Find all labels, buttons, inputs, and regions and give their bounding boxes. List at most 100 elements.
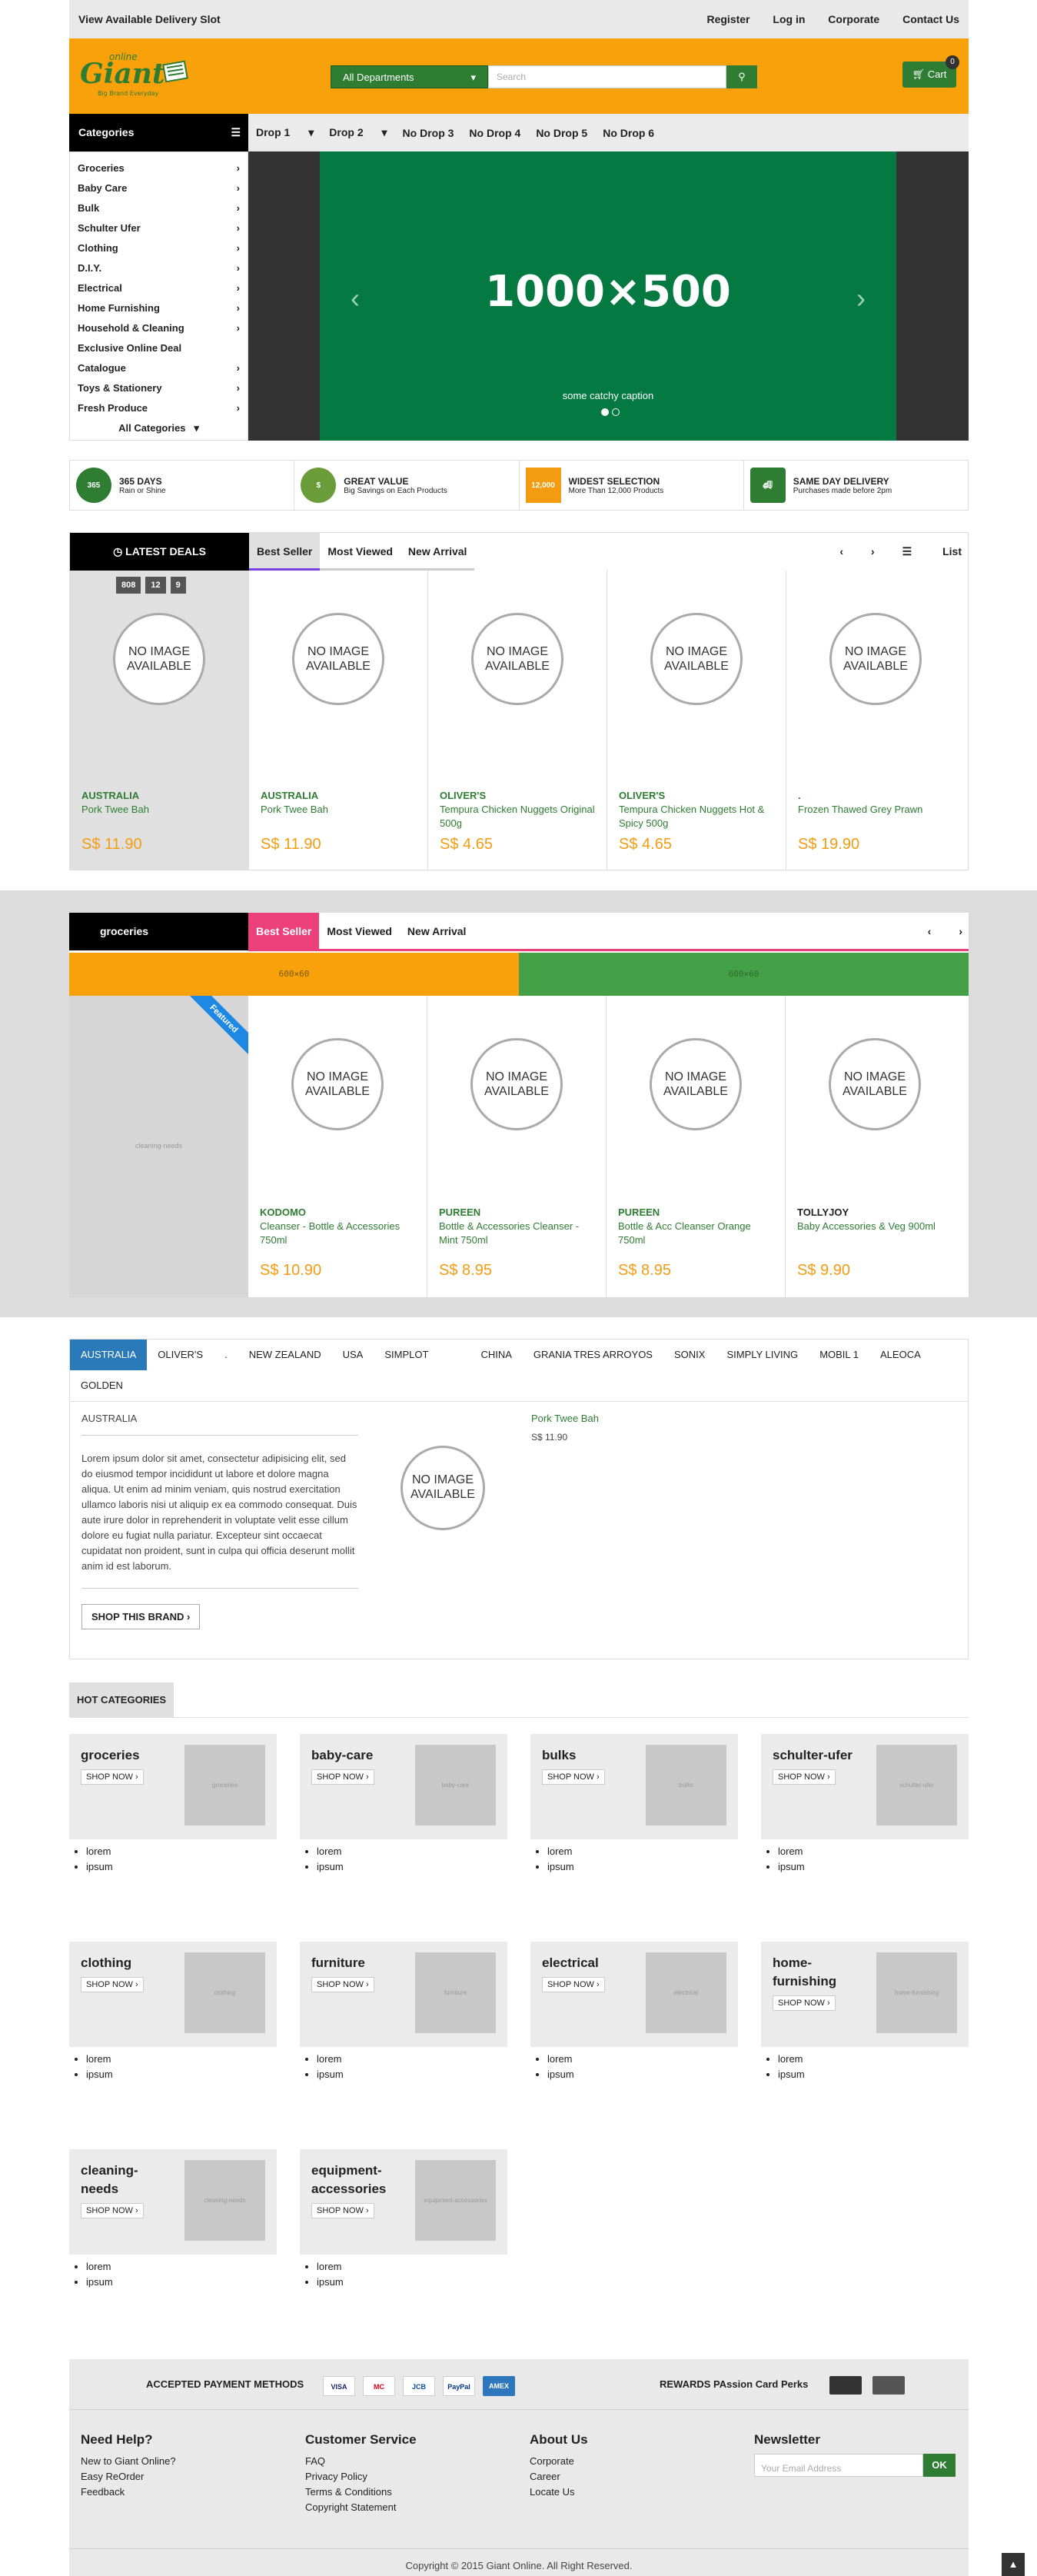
shop-now-button[interactable]: SHOP NOW › bbox=[542, 1769, 605, 1785]
next-icon[interactable]: › bbox=[959, 925, 962, 937]
sidemenu-item[interactable]: Baby Care › bbox=[70, 178, 248, 198]
footer-link[interactable]: Terms & Conditions bbox=[305, 2484, 518, 2500]
sidemenu-item[interactable]: Exclusive Online Deal bbox=[70, 338, 248, 358]
hot-category-card[interactable]: equipment-accessories SHOP NOW › equipment… bbox=[300, 2149, 507, 2290]
shop-now-button[interactable]: SHOP NOW › bbox=[311, 1769, 374, 1785]
sidemenu-item[interactable]: Groceries › bbox=[70, 158, 248, 178]
product-card[interactable]: NO IMAGE AVAILABLE PUREEN Bottle & Access… bbox=[427, 996, 607, 1297]
slider-dot[interactable] bbox=[612, 408, 620, 416]
sidemenu-item[interactable]: Bulk › bbox=[70, 198, 248, 218]
brand-tab[interactable]: AUSTRALIA bbox=[70, 1340, 148, 1370]
brand-tab[interactable]: NEW ZEALAND bbox=[238, 1340, 332, 1370]
hot-category-card[interactable]: bulksSHOP NOW ›bulksloremipsum bbox=[530, 1734, 738, 1875]
shop-now-button[interactable]: SHOP NOW › bbox=[773, 1769, 836, 1785]
brand-tab[interactable] bbox=[439, 1340, 470, 1370]
sidemenu-item[interactable]: D.I.Y. › bbox=[70, 258, 248, 278]
back-to-top-button[interactable]: ▲ bbox=[1002, 2553, 1025, 2576]
footer-link[interactable]: Locate Us bbox=[530, 2484, 743, 2500]
brand-tab[interactable]: . bbox=[214, 1340, 238, 1370]
footer-link[interactable]: Copyright Statement bbox=[305, 2500, 518, 2515]
tab-new-arrival[interactable]: New Arrival bbox=[400, 913, 474, 950]
shop-now-button[interactable]: SHOP NOW › bbox=[311, 1977, 374, 1992]
tab-best-seller[interactable]: Best Seller bbox=[249, 533, 321, 571]
sidemenu-item[interactable]: Catalogue › bbox=[70, 358, 248, 378]
footer-link[interactable]: Career bbox=[530, 2469, 743, 2484]
brand-tab[interactable]: SIMPLOT bbox=[374, 1340, 439, 1370]
footer-link[interactable]: Corporate bbox=[530, 2454, 743, 2469]
brand-tab[interactable]: SONIX bbox=[663, 1340, 716, 1370]
corporate-link[interactable]: Corporate bbox=[828, 13, 879, 25]
footer-link[interactable]: Feedback bbox=[81, 2484, 294, 2500]
categories-header[interactable]: Categories ☰ bbox=[69, 114, 248, 151]
giant-logo[interactable]: online Giant Big Brand Everyday bbox=[78, 46, 194, 100]
drop-1[interactable]: Drop 1 ▾ bbox=[256, 126, 314, 139]
product-card[interactable]: NO IMAGE AVAILABLE . Frozen Thawed Grey P… bbox=[786, 571, 968, 870]
product-card[interactable]: NO IMAGE AVAILABLE OLIVER'S Tempura Chick… bbox=[607, 571, 786, 870]
brand-tab[interactable]: CHINA bbox=[470, 1340, 522, 1370]
banner-right[interactable]: 600×60 bbox=[519, 953, 969, 996]
sidemenu-item[interactable]: Household & Cleaning › bbox=[70, 318, 248, 338]
sidemenu-item[interactable]: Electrical › bbox=[70, 278, 248, 298]
product-card[interactable]: 808 12 9 NO IMAGE AVAILABLE AUSTRALIA Pork … bbox=[70, 571, 249, 870]
brand-tab[interactable]: OLIVER'S bbox=[147, 1340, 214, 1370]
sidemenu-item[interactable]: Schulter Ufer › bbox=[70, 218, 248, 238]
next-arrow-icon[interactable]: › bbox=[856, 282, 866, 315]
prev-icon[interactable]: ‹ bbox=[928, 925, 932, 937]
brand-tab[interactable]: ALEOCA bbox=[869, 1340, 932, 1370]
product-card[interactable]: NO IMAGE AVAILABLE TOLLYJOY Baby Accessor… bbox=[786, 996, 969, 1297]
shop-now-button[interactable]: SHOP NOW › bbox=[81, 1977, 144, 1992]
hot-category-card[interactable]: baby-careSHOP NOW ›baby-careloremipsum bbox=[300, 1734, 507, 1875]
product-card[interactable]: NO IMAGE AVAILABLE OLIVER'S Tempura Chick… bbox=[428, 571, 607, 870]
slider-dot[interactable] bbox=[601, 408, 609, 416]
footer-link[interactable]: FAQ bbox=[305, 2454, 518, 2469]
drop-2[interactable]: Drop 2 ▾ bbox=[329, 126, 387, 139]
brand-tab[interactable]: GRANIA TRES ARROYOS bbox=[523, 1340, 663, 1370]
hot-category-card[interactable]: schulter-uferSHOP NOW ›schulter-uferlore… bbox=[761, 1734, 969, 1875]
product-card[interactable]: NO IMAGE AVAILABLE AUSTRALIA Pork Twee Ba… bbox=[249, 571, 428, 870]
shop-now-button[interactable]: SHOP NOW › bbox=[542, 1977, 605, 1992]
contact-link[interactable]: Contact Us bbox=[902, 13, 959, 25]
brand-tab[interactable]: MOBIL 1 bbox=[809, 1340, 869, 1370]
tab-most-viewed[interactable]: Most Viewed bbox=[320, 533, 401, 571]
department-select[interactable]: All Departments ▾ bbox=[331, 65, 488, 88]
drop-4[interactable]: No Drop 4 bbox=[469, 127, 520, 139]
brand-tab[interactable]: GOLDEN bbox=[70, 1370, 134, 1401]
slide[interactable]: ‹ 1000×500 › some catchy caption bbox=[320, 151, 896, 441]
brand-tab[interactable]: SIMPLY LIVING bbox=[716, 1340, 809, 1370]
tab-new-arrival[interactable]: New Arrival bbox=[400, 533, 475, 571]
shop-brand-button[interactable]: SHOP THIS BRAND › bbox=[81, 1604, 201, 1629]
drop-5[interactable]: No Drop 5 bbox=[536, 127, 587, 139]
drop-6[interactable]: No Drop 6 bbox=[603, 127, 654, 139]
footer-link[interactable]: New to Giant Online? bbox=[81, 2454, 294, 2469]
footer-link[interactable]: Privacy Policy bbox=[305, 2469, 518, 2484]
banner-left[interactable]: 600×60 bbox=[69, 953, 519, 996]
sidemenu-item[interactable]: Fresh Produce › bbox=[70, 398, 248, 418]
product-card[interactable]: NO IMAGE AVAILABLE KODOMO Cleanser - Bott… bbox=[248, 996, 427, 1297]
delivery-slot-link[interactable]: View Available Delivery Slot bbox=[78, 13, 221, 25]
hot-category-card[interactable]: groceriesSHOP NOW ›groceriesloremipsum bbox=[69, 1734, 277, 1875]
hot-category-card[interactable]: clothingSHOP NOW ›clothingloremipsum bbox=[69, 1942, 277, 2082]
newsletter-ok-button[interactable]: OK bbox=[923, 2454, 956, 2477]
search-button[interactable]: ⚲ bbox=[726, 65, 757, 88]
cart-button[interactable]: 🛒︎ Cart 0 bbox=[902, 55, 959, 88]
hot-category-card[interactable]: home-furnishing SHOP NOW › home-furnishing… bbox=[761, 1942, 969, 2082]
shop-now-button[interactable]: SHOP NOW › bbox=[81, 1769, 144, 1785]
all-categories-button[interactable]: All Categories ▾ bbox=[70, 418, 248, 438]
shop-now-button[interactable]: SHOP NOW › bbox=[773, 1995, 836, 2011]
drop-3[interactable]: No Drop 3 bbox=[403, 127, 454, 139]
tab-most-viewed[interactable]: Most Viewed bbox=[319, 913, 400, 950]
shop-now-button[interactable]: SHOP NOW › bbox=[311, 2203, 374, 2218]
hot-category-card[interactable]: cleaning-needsSHOP NOW ›cleaning-needslo… bbox=[69, 2149, 277, 2290]
list-view-button[interactable]: ☰ List bbox=[902, 545, 962, 557]
brand-tab[interactable]: USA bbox=[332, 1340, 374, 1370]
prev-icon[interactable]: ‹ bbox=[839, 545, 843, 557]
hot-category-card[interactable]: electricalSHOP NOW ›electricalloremipsum bbox=[530, 1942, 738, 2082]
register-link[interactable]: Register bbox=[706, 13, 749, 25]
search-input[interactable]: Search bbox=[488, 65, 726, 88]
sidemenu-item[interactable]: Clothing › bbox=[70, 238, 248, 258]
sidemenu-item[interactable]: Toys & Stationery › bbox=[70, 378, 248, 398]
sidemenu-item[interactable]: Home Furnishing › bbox=[70, 298, 248, 318]
brand-product-name[interactable]: Pork Twee Bah bbox=[531, 1413, 599, 1424]
footer-link[interactable]: Easy ReOrder bbox=[81, 2469, 294, 2484]
product-card[interactable]: NO IMAGE AVAILABLE PUREEN Bottle & Acc Cl… bbox=[607, 996, 786, 1297]
